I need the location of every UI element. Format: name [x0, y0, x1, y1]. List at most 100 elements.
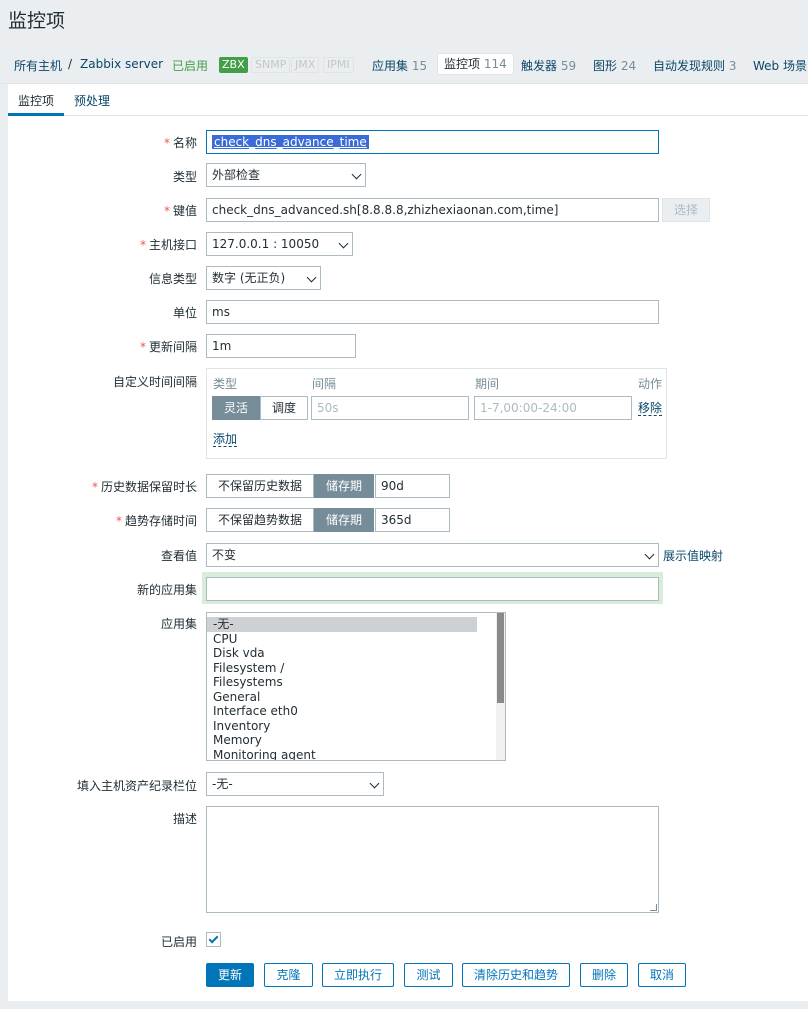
- list-item[interactable]: Monitoring agent: [207, 748, 491, 761]
- trends-label-text: 趋势存储时间: [124, 514, 197, 528]
- description-textarea[interactable]: [206, 806, 659, 913]
- nav-applications-label: 应用集: [372, 59, 409, 73]
- breadcrumb-host[interactable]: Zabbix server: [80, 57, 163, 71]
- list-item[interactable]: Inventory: [207, 719, 491, 734]
- trends-storage-toggle[interactable]: 储存期: [314, 508, 375, 532]
- test-button[interactable]: 测试: [404, 963, 453, 987]
- new-application-input[interactable]: [206, 577, 659, 601]
- nav-discovery-label: 自动发现规则: [653, 59, 726, 73]
- list-item[interactable]: Memory: [207, 733, 491, 748]
- update-button[interactable]: 更新: [206, 963, 254, 987]
- delay-input[interactable]: 1m: [206, 334, 356, 358]
- breadcrumb: 所有主机 / Zabbix server 已启用 ZBX SNMP JMX IP…: [0, 44, 808, 84]
- nav-discovery-count: 3: [728, 59, 737, 73]
- breadcrumb-all-hosts[interactable]: 所有主机: [14, 57, 62, 74]
- period-input[interactable]: 1-7,00:00-24:00: [474, 396, 632, 420]
- col-type-header: 类型: [213, 377, 238, 391]
- info-type-select[interactable]: 数字 (无正负): [206, 266, 321, 290]
- nav-triggers-count: 59: [560, 59, 577, 73]
- custom-intervals-label: 自定义时间间隔: [112, 375, 197, 389]
- required-marker: *: [91, 480, 98, 494]
- nav-items-label: 监控项: [444, 57, 481, 71]
- remove-interval-link[interactable]: 移除: [638, 401, 663, 416]
- form-tabs: 监控项 预处理: [8, 84, 808, 116]
- host-status-enabled[interactable]: 已启用: [172, 57, 208, 74]
- nav-items-count: 114: [483, 57, 507, 71]
- name-input[interactable]: check_dns_advance_time: [206, 130, 659, 154]
- nav-applications-count: 15: [411, 59, 428, 73]
- list-item[interactable]: Disk vda: [207, 646, 491, 661]
- info-type-label: 信息类型: [148, 272, 197, 286]
- nav-applications[interactable]: 应用集 15: [372, 57, 427, 74]
- list-item[interactable]: CPU: [207, 632, 491, 647]
- enabled-checkbox[interactable]: [206, 932, 221, 947]
- zbx-availability-badge: ZBX: [219, 57, 248, 73]
- list-item[interactable]: General: [207, 690, 491, 705]
- history-input[interactable]: 90d: [375, 474, 450, 498]
- nav-triggers[interactable]: 触发器 59: [521, 57, 576, 74]
- list-item[interactable]: Filesystem /: [207, 661, 491, 676]
- description-label: 描述: [172, 812, 197, 826]
- inventory-select[interactable]: -无-: [206, 772, 384, 796]
- nav-web-scenarios[interactable]: Web 场景: [753, 57, 807, 74]
- show-value-mappings-link[interactable]: 展示值映射: [663, 547, 723, 564]
- flexible-toggle[interactable]: 灵活: [212, 396, 261, 420]
- list-item[interactable]: Interface eth0: [207, 704, 491, 719]
- required-marker: *: [163, 204, 170, 218]
- period-placeholder: 1-7,00:00-24:00: [480, 401, 577, 415]
- enabled-label: 已启用: [160, 935, 197, 949]
- type-select[interactable]: 外部检查: [206, 163, 366, 187]
- required-marker: *: [139, 238, 146, 252]
- scrollbar-thumb[interactable]: [497, 613, 504, 703]
- info-type-select-value: 数字 (无正负): [212, 271, 286, 285]
- checkmark-icon: [208, 933, 219, 944]
- applications-listbox[interactable]: -无- CPU Disk vda Filesystem / Filesystem…: [206, 612, 506, 761]
- key-label: * 键值: [164, 202, 197, 219]
- key-select-button[interactable]: 选择: [662, 198, 711, 222]
- nav-web-label: Web 场景: [753, 59, 807, 73]
- units-input[interactable]: ms: [206, 300, 659, 324]
- history-storage-toggle[interactable]: 储存期: [314, 474, 375, 498]
- nav-graphs[interactable]: 图形 24: [593, 57, 636, 74]
- trends-input[interactable]: 365d: [375, 508, 450, 532]
- delete-button[interactable]: 删除: [580, 963, 628, 987]
- chevron-down-icon: [338, 238, 349, 249]
- item-form: * 名称 check_dns_advance_time 类型 外部检查 * 键值 c…: [8, 116, 808, 1001]
- key-input[interactable]: check_dns_advanced.sh[8.8.8.8,zhizhexiao…: [206, 198, 659, 222]
- interface-select[interactable]: 127.0.0.1 : 10050: [206, 232, 353, 256]
- chevron-down-icon: [306, 272, 317, 283]
- tab-preprocessing[interactable]: 预处理: [74, 92, 110, 109]
- listbox-scrollbar[interactable]: [496, 613, 505, 760]
- list-item[interactable]: -无-: [207, 617, 477, 632]
- history-no-keep-toggle[interactable]: 不保留历史数据: [206, 474, 315, 498]
- type-label: 类型: [172, 170, 197, 184]
- interval-input[interactable]: 50s: [311, 396, 469, 420]
- inventory-label: 填入主机资产纪录栏位: [76, 779, 197, 793]
- delay-label: * 更新间隔: [140, 338, 197, 355]
- tab-item[interactable]: 监控项: [18, 92, 54, 109]
- jmx-availability-badge: JMX: [291, 57, 320, 73]
- trends-label: * 趋势存储时间: [116, 512, 197, 529]
- nav-items[interactable]: 监控项 114: [437, 53, 514, 75]
- new-application-label: 新的应用集: [136, 583, 197, 597]
- valuemap-select[interactable]: 不变: [206, 543, 659, 567]
- execute-now-button[interactable]: 立即执行: [322, 963, 394, 987]
- cancel-button[interactable]: 取消: [638, 963, 686, 987]
- name-label-text: 名称: [172, 136, 197, 150]
- scheduling-toggle[interactable]: 调度: [260, 396, 309, 420]
- clear-history-button[interactable]: 清除历史和趋势: [462, 963, 570, 987]
- nav-discovery-rules[interactable]: 自动发现规则 3: [653, 57, 736, 74]
- chevron-down-icon: [644, 549, 655, 560]
- list-item[interactable]: Filesystems: [207, 675, 491, 690]
- clone-button[interactable]: 克隆: [264, 963, 313, 987]
- type-select-value: 外部检查: [212, 168, 261, 182]
- chevron-down-icon: [369, 778, 380, 789]
- applications-label: 应用集: [160, 617, 197, 631]
- add-interval-link[interactable]: 添加: [213, 432, 238, 447]
- trends-no-keep-toggle[interactable]: 不保留趋势数据: [206, 508, 315, 532]
- resize-handle-icon[interactable]: [650, 904, 657, 911]
- name-label: * 名称: [164, 134, 197, 151]
- name-input-value: check_dns_advance_time: [212, 135, 369, 149]
- col-interval-header: 间隔: [312, 377, 337, 391]
- applications-list: -无- CPU Disk vda Filesystem / Filesystem…: [207, 617, 491, 761]
